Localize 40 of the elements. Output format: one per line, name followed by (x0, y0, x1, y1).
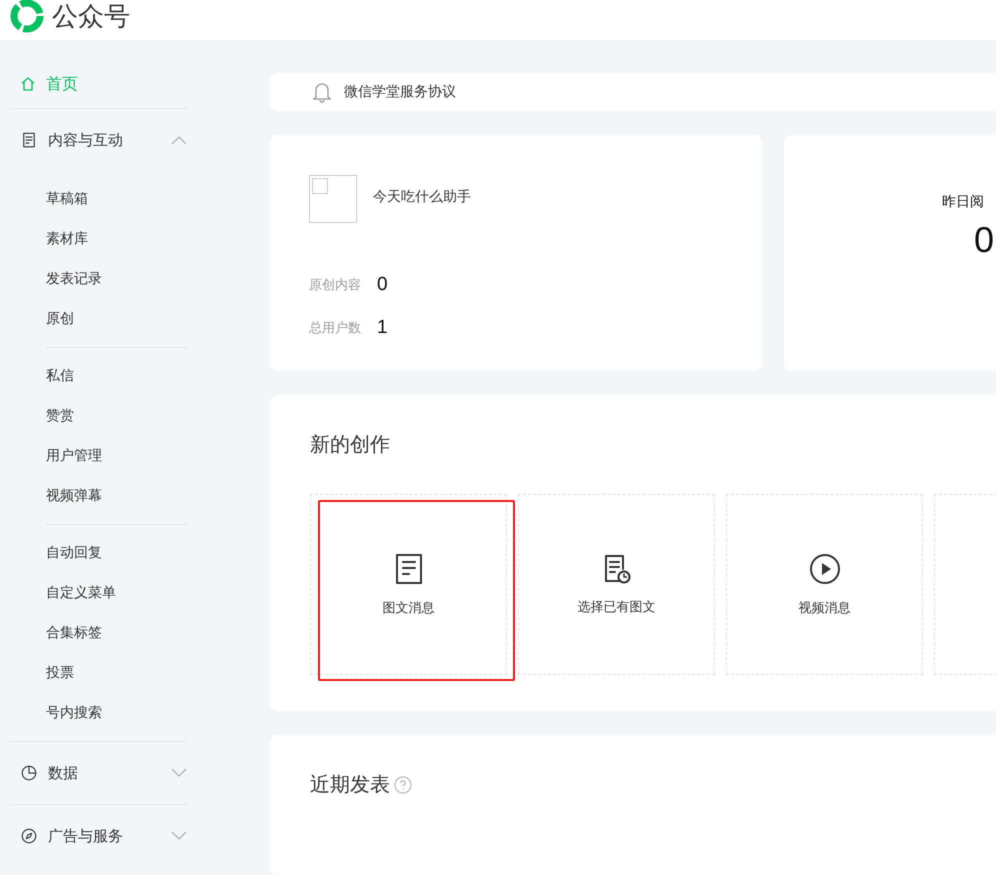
stat-label: 总用户数 (309, 318, 361, 337)
nav-group[interactable]: 广告与服务 (0, 805, 187, 867)
nav-item[interactable]: 视频弹幕 (0, 476, 106, 516)
nav-item[interactable]: 号内搜索 (0, 693, 106, 733)
stat-label: 原创内容 (309, 276, 361, 294)
nav-item[interactable]: 草稿箱 (0, 179, 92, 219)
help-icon[interactable] (394, 776, 412, 794)
nav-item[interactable]: 用户管理 (0, 436, 106, 476)
avatar (309, 175, 357, 224)
play-icon (808, 552, 840, 585)
document-icon (394, 552, 422, 585)
nav-item[interactable]: 赞赏 (0, 396, 78, 436)
nav-item[interactable]: 合集标签 (0, 613, 106, 653)
home-icon (20, 76, 36, 92)
section-title: 新的创作 (310, 433, 390, 458)
account-name: 今天吃什么助手 (373, 188, 471, 206)
nav-item[interactable]: 私信 (0, 356, 78, 396)
nav-group[interactable]: 内容与互动 (0, 109, 187, 171)
nav-item[interactable]: 自定义菜单 (0, 573, 120, 613)
stat-label: 昨日阅 (942, 193, 984, 212)
creation-option[interactable]: 视频消息 (726, 494, 923, 676)
nav-item[interactable]: 发表记录 (0, 259, 106, 299)
bell-icon (312, 81, 332, 104)
nav-item[interactable]: 投票 (0, 653, 78, 693)
notice-link[interactable]: 微信学堂服务协议 (344, 83, 456, 102)
section-title: 近期发表 (310, 773, 390, 798)
app-title: 公众号 (52, 0, 130, 32)
stat-value: 0 (974, 219, 994, 262)
nav-item[interactable]: 自动回复 (0, 533, 106, 573)
document-clock-icon (602, 554, 630, 584)
document-icon (20, 131, 38, 149)
stat-value: 1 (377, 316, 388, 339)
compass-icon (20, 827, 38, 845)
pie-chart-icon (20, 764, 38, 782)
nav-item[interactable]: 原创 (0, 299, 78, 339)
logo-icon (10, 0, 44, 33)
creation-option[interactable]: 选择已有图文 (518, 494, 715, 676)
nav-item[interactable]: 素材库 (0, 219, 92, 259)
nav-group[interactable]: 数据 (0, 742, 187, 804)
stat-value: 0 (377, 274, 388, 296)
